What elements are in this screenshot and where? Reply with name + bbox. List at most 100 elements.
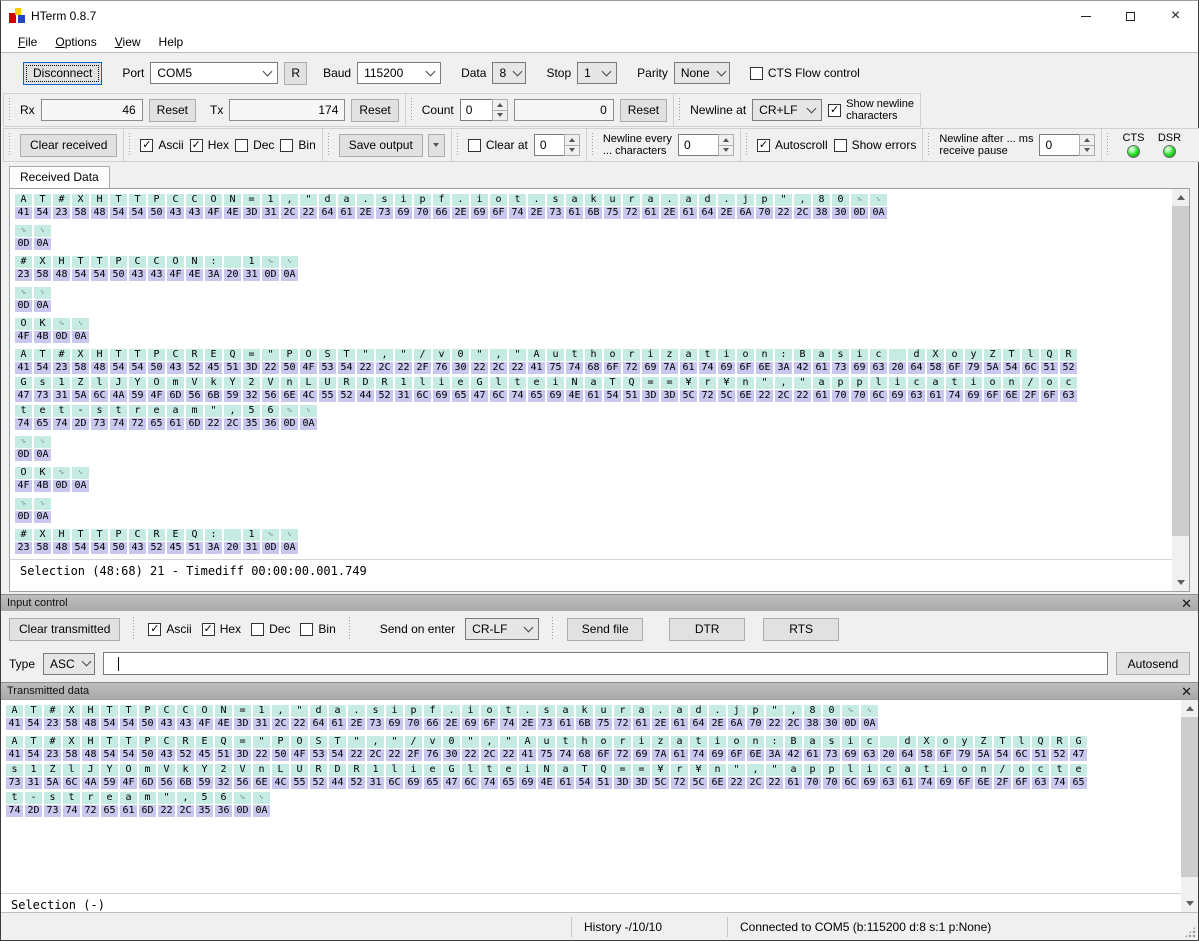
checkbox-box[interactable]: ✓ bbox=[190, 139, 203, 152]
byte-cell: ␍0D bbox=[15, 287, 32, 312]
rescan-ports-button[interactable]: R bbox=[284, 62, 307, 85]
byte-cell: v76 bbox=[433, 349, 450, 374]
checkbox-box[interactable] bbox=[750, 67, 763, 80]
scroll-down-icon[interactable] bbox=[1172, 574, 1189, 591]
byte-cell: Z5A bbox=[984, 349, 1001, 374]
checkbox-box[interactable]: ✓ bbox=[140, 139, 153, 152]
toolbar-grip-icon[interactable] bbox=[456, 133, 459, 157]
newline-at-select[interactable]: CR+LF bbox=[752, 99, 822, 121]
rx-reset-button[interactable]: Reset bbox=[149, 99, 196, 122]
menu-help[interactable]: Help bbox=[150, 33, 193, 51]
toolbar-grip-icon[interactable] bbox=[128, 133, 131, 157]
checkbox-box[interactable] bbox=[468, 139, 481, 152]
save-output-dropdown-button[interactable] bbox=[428, 134, 445, 157]
newline-every-spinner[interactable]: 0 bbox=[678, 134, 734, 156]
autoscroll-checkbox[interactable]: ✓Autoscroll bbox=[757, 139, 828, 152]
toolbar-grip-icon[interactable] bbox=[678, 98, 681, 122]
toolbar-grip-icon[interactable] bbox=[591, 133, 594, 157]
show-newline-checkbox[interactable]: ✓Show newlinecharacters bbox=[828, 98, 914, 122]
dtr-button[interactable]: DTR bbox=[669, 618, 745, 641]
tx-bin-checkbox[interactable]: Bin bbox=[300, 623, 335, 636]
send-file-button[interactable]: Send file bbox=[567, 618, 643, 641]
byte-cell: o6F bbox=[595, 736, 612, 761]
checkbox-box[interactable] bbox=[300, 623, 313, 636]
toolbar-grip-icon[interactable] bbox=[8, 133, 11, 157]
tx-dec-checkbox[interactable]: Dec bbox=[251, 623, 290, 636]
close-button[interactable]: × bbox=[1153, 1, 1198, 31]
save-output-button[interactable]: Save output bbox=[339, 134, 423, 157]
tx-ascii-checkbox[interactable]: ✓Ascii bbox=[148, 623, 191, 636]
autosend-button[interactable]: Autosend bbox=[1116, 652, 1190, 675]
baud-select[interactable]: 115200 bbox=[357, 62, 441, 84]
send-on-enter-select[interactable]: CR-LF bbox=[465, 618, 539, 640]
received-scrollbar[interactable] bbox=[1172, 189, 1189, 591]
show-errors-checkbox[interactable]: Show errors bbox=[834, 139, 917, 152]
toolbar-grip-icon[interactable] bbox=[8, 98, 11, 122]
byte-cell: r72 bbox=[623, 194, 640, 219]
scrollbar-thumb[interactable] bbox=[1172, 206, 1189, 536]
toolbar-grip-icon[interactable] bbox=[551, 617, 554, 641]
toolbar-grip-icon[interactable] bbox=[745, 133, 748, 157]
history-status: History -/10/10 bbox=[572, 913, 727, 940]
byte-cell: =3D bbox=[234, 736, 251, 761]
tx-reset-button[interactable]: Reset bbox=[351, 99, 398, 122]
count-spinner[interactable]: 0 bbox=[460, 99, 508, 121]
clear-transmitted-button[interactable]: Clear transmitted bbox=[9, 618, 120, 641]
checkbox-box[interactable] bbox=[235, 139, 248, 152]
resize-grip[interactable] bbox=[1184, 926, 1196, 938]
transmitted-scrollbar[interactable] bbox=[1181, 700, 1198, 912]
checkbox-box[interactable] bbox=[834, 139, 847, 152]
byte-cell: m6D bbox=[139, 792, 156, 817]
byte-cell: C43 bbox=[158, 736, 175, 761]
rx-ascii-checkbox[interactable]: ✓Ascii bbox=[140, 139, 183, 152]
rts-button[interactable]: RTS bbox=[763, 618, 839, 641]
toolbar-grip-icon[interactable] bbox=[348, 617, 351, 641]
count-reset-button[interactable]: Reset bbox=[620, 99, 667, 122]
toolbar-grip-icon[interactable] bbox=[927, 133, 930, 157]
toolbar-grip-icon[interactable] bbox=[327, 133, 330, 157]
data-bits-select[interactable]: 8 bbox=[492, 62, 526, 84]
checkbox-box[interactable] bbox=[280, 139, 293, 152]
tx-hex-checkbox[interactable]: ✓Hex bbox=[202, 623, 241, 636]
tab-received-data[interactable]: Received Data bbox=[9, 166, 110, 188]
clear-at-checkbox[interactable]: Clear at bbox=[468, 139, 528, 152]
close-icon[interactable]: ✕ bbox=[1181, 685, 1192, 698]
checkbox-box[interactable] bbox=[251, 623, 264, 636]
scrollbar-thumb[interactable] bbox=[1181, 717, 1198, 877]
parity-select[interactable]: None bbox=[674, 62, 730, 84]
toolbar-grip-icon[interactable] bbox=[1106, 133, 1109, 157]
rx-bin-checkbox[interactable]: Bin bbox=[280, 139, 315, 152]
menu-options[interactable]: Options bbox=[46, 33, 105, 51]
scroll-up-icon[interactable] bbox=[1181, 700, 1198, 717]
checkbox-box[interactable]: ✓ bbox=[828, 104, 841, 117]
scroll-down-icon[interactable] bbox=[1181, 895, 1198, 912]
rx-dec-checkbox[interactable]: Dec bbox=[235, 139, 274, 152]
disconnect-button[interactable]: Disconnect bbox=[23, 62, 102, 85]
type-select[interactable]: ASC bbox=[43, 653, 95, 675]
maximize-button[interactable] bbox=[1108, 1, 1153, 31]
send-input-field[interactable] bbox=[103, 652, 1108, 675]
rx-hex-checkbox[interactable]: ✓Hex bbox=[190, 139, 229, 152]
clear-at-spinner[interactable]: 0 bbox=[534, 134, 580, 156]
scroll-up-icon[interactable] bbox=[1172, 189, 1189, 206]
byte-cell: i69 bbox=[547, 377, 564, 402]
menu-view[interactable]: View bbox=[106, 33, 150, 51]
toolbar: Disconnect Port COM5 R Baud 115200 Data … bbox=[1, 53, 1198, 164]
toolbar-grip-icon[interactable] bbox=[132, 617, 135, 641]
checkbox-box[interactable]: ✓ bbox=[757, 139, 770, 152]
toolbar-grip-icon[interactable] bbox=[410, 98, 413, 122]
port-select[interactable]: COM5 bbox=[150, 62, 278, 84]
transmitted-data-grid[interactable]: A41T54#23X58H48T54T54P50C43C43O4FN4E=3D1… bbox=[1, 700, 1091, 893]
byte-cell: o6F bbox=[946, 349, 963, 374]
received-data-grid[interactable]: A41T54#23X58H48T54T54P50C43C43O4FN4E=3D1… bbox=[10, 189, 1080, 559]
newline-after-spinner[interactable]: 0 bbox=[1039, 134, 1095, 156]
cts-flow-control-checkbox[interactable]: CTS Flow control bbox=[750, 67, 860, 80]
clear-received-button[interactable]: Clear received bbox=[20, 134, 117, 157]
minimize-button[interactable] bbox=[1063, 1, 1108, 31]
checkbox-box[interactable]: ✓ bbox=[148, 623, 161, 636]
stop-bits-select[interactable]: 1 bbox=[577, 62, 617, 84]
checkbox-box[interactable]: ✓ bbox=[202, 623, 215, 636]
menu-file[interactable]: File bbox=[9, 33, 46, 51]
close-icon[interactable]: ✕ bbox=[1181, 597, 1192, 610]
byte-cell: 535 bbox=[196, 792, 213, 817]
